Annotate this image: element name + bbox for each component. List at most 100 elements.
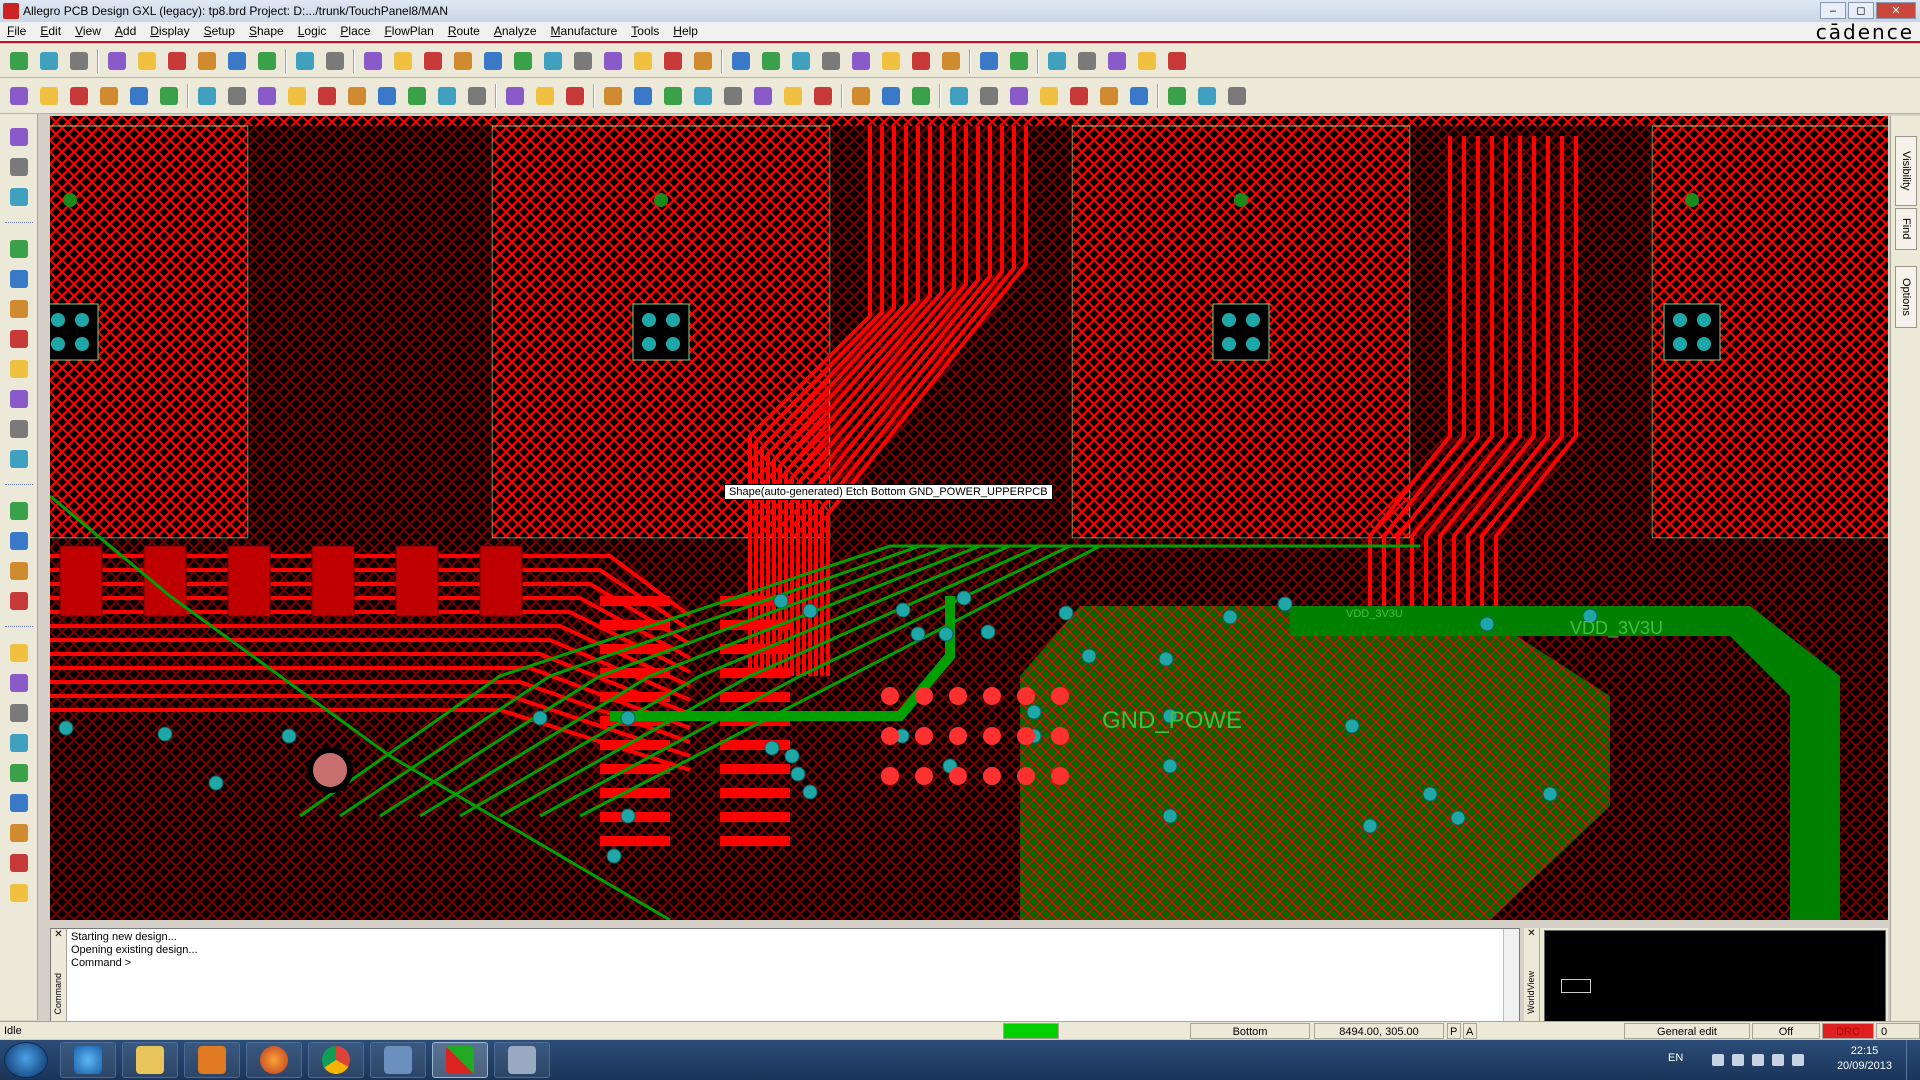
toolbar-main-button-37[interactable] [1134, 48, 1160, 74]
taskbar-app-window[interactable] [494, 1042, 550, 1078]
toolbar-layer-button-16[interactable] [464, 83, 490, 109]
worldview-close-icon[interactable]: ✕ [1524, 928, 1539, 939]
signal-icon[interactable] [1772, 1054, 1784, 1066]
left-tool-button-9[interactable] [6, 386, 32, 412]
pcb-canvas[interactable]: GND_POWE VDD_3V3U VDD_3V3U [50, 116, 1888, 920]
toolbar-main-button-9[interactable] [254, 48, 280, 74]
left-tool-button-4[interactable] [6, 236, 32, 262]
worldview-map[interactable] [1544, 930, 1886, 1022]
toolbar-main-button-1[interactable] [6, 48, 32, 74]
toolbar-main-button-11[interactable] [322, 48, 348, 74]
taskbar-app-tool[interactable] [370, 1042, 426, 1078]
menu-tools[interactable]: Tools [624, 22, 666, 41]
toolbar-layer-button-6[interactable] [156, 83, 182, 109]
toolbar-main-button-32[interactable] [976, 48, 1002, 74]
minimize-button[interactable]: ‒ [1820, 2, 1846, 19]
toolbar-layer-button-34[interactable] [1036, 83, 1062, 109]
toolbar-main-button-25[interactable] [758, 48, 784, 74]
toolbar-main-button-28[interactable] [848, 48, 874, 74]
maximize-button[interactable]: ◻ [1848, 2, 1874, 19]
left-tool-button-11[interactable] [6, 446, 32, 472]
toolbar-layer-button-40[interactable] [1224, 83, 1250, 109]
command-output[interactable]: Starting new design... Opening existing … [71, 931, 198, 970]
tab-find[interactable]: Find [1895, 208, 1917, 250]
clock[interactable]: 22:15 20/09/2013 [1837, 1044, 1892, 1074]
left-tool-button-2[interactable] [6, 154, 32, 180]
toolbar-layer-button-39[interactable] [1194, 83, 1220, 109]
tab-options[interactable]: Options [1895, 266, 1917, 328]
toolbar-layer-button-17[interactable] [502, 83, 528, 109]
menu-add[interactable]: Add [108, 22, 143, 41]
toolbar-main-button-31[interactable] [938, 48, 964, 74]
toolbar-main-button-38[interactable] [1164, 48, 1190, 74]
left-tool-button-23[interactable] [6, 850, 32, 876]
language-indicator[interactable]: EN [1668, 1052, 1683, 1064]
toolbar-main-button-34[interactable] [1044, 48, 1070, 74]
menu-edit[interactable]: Edit [33, 22, 68, 41]
menu-help[interactable]: Help [666, 22, 705, 41]
left-tool-button-18[interactable] [6, 700, 32, 726]
toolbar-main-button-2[interactable] [36, 48, 62, 74]
left-tool-button-17[interactable] [6, 670, 32, 696]
toolbar-main-button-4[interactable] [104, 48, 130, 74]
menu-manufacture[interactable]: Manufacture [544, 22, 625, 41]
toolbar-layer-button-31[interactable] [946, 83, 972, 109]
status-a-button[interactable]: A [1463, 1023, 1477, 1039]
command-prompt[interactable]: Command > [71, 957, 198, 970]
toolbar-layer-button-15[interactable] [434, 83, 460, 109]
menu-view[interactable]: View [68, 22, 108, 41]
left-tool-button-20[interactable] [6, 760, 32, 786]
toolbar-layer-button-28[interactable] [848, 83, 874, 109]
left-tool-button-5[interactable] [6, 266, 32, 292]
toolbar-layer-button-2[interactable] [36, 83, 62, 109]
toolbar-main-button-29[interactable] [878, 48, 904, 74]
toolbar-main-button-36[interactable] [1104, 48, 1130, 74]
toolbar-main-button-20[interactable] [600, 48, 626, 74]
toolbar-main-button-16[interactable] [480, 48, 506, 74]
toolbar-main-button-15[interactable] [450, 48, 476, 74]
toolbar-main-button-14[interactable] [420, 48, 446, 74]
toolbar-main-button-13[interactable] [390, 48, 416, 74]
left-tool-button-21[interactable] [6, 790, 32, 816]
toolbar-layer-button-8[interactable] [224, 83, 250, 109]
left-tool-button-19[interactable] [6, 730, 32, 756]
tab-visibility[interactable]: Visibility [1895, 136, 1917, 206]
left-tool-button-7[interactable] [6, 326, 32, 352]
toolbar-layer-button-9[interactable] [254, 83, 280, 109]
toolbar-layer-button-5[interactable] [126, 83, 152, 109]
left-tool-button-13[interactable] [6, 528, 32, 554]
toolbar-layer-button-37[interactable] [1126, 83, 1152, 109]
taskbar-chrome[interactable] [308, 1042, 364, 1078]
status-p-button[interactable]: P [1447, 1023, 1461, 1039]
toolbar-layer-button-13[interactable] [374, 83, 400, 109]
toolbar-main-button-7[interactable] [194, 48, 220, 74]
show-desktop-button[interactable] [1906, 1040, 1920, 1080]
volume-icon[interactable] [1792, 1054, 1804, 1066]
menu-route[interactable]: Route [441, 22, 487, 41]
toolbar-main-button-30[interactable] [908, 48, 934, 74]
toolbar-layer-button-4[interactable] [96, 83, 122, 109]
toolbar-layer-button-32[interactable] [976, 83, 1002, 109]
worldview-viewport[interactable] [1561, 979, 1591, 993]
toolbar-layer-button-18[interactable] [532, 83, 558, 109]
toolbar-main-button-33[interactable] [1006, 48, 1032, 74]
toolbar-main-button-10[interactable] [292, 48, 318, 74]
left-tool-button-14[interactable] [6, 558, 32, 584]
menu-logic[interactable]: Logic [291, 22, 334, 41]
toolbar-layer-button-11[interactable] [314, 83, 340, 109]
toolbar-layer-button-29[interactable] [878, 83, 904, 109]
menu-shape[interactable]: Shape [242, 22, 291, 41]
toolbar-main-button-24[interactable] [728, 48, 754, 74]
toolbar-layer-button-36[interactable] [1096, 83, 1122, 109]
toolbar-layer-button-20[interactable] [600, 83, 626, 109]
toolbar-main-button-6[interactable] [164, 48, 190, 74]
toolbar-layer-button-21[interactable] [630, 83, 656, 109]
toolbar-layer-button-22[interactable] [660, 83, 686, 109]
network-icon[interactable] [1752, 1054, 1764, 1066]
toolbar-main-button-17[interactable] [510, 48, 536, 74]
menu-analyze[interactable]: Analyze [487, 22, 544, 41]
toolbar-main-button-23[interactable] [690, 48, 716, 74]
toolbar-main-button-21[interactable] [630, 48, 656, 74]
toolbar-layer-button-1[interactable] [6, 83, 32, 109]
toolbar-main-button-27[interactable] [818, 48, 844, 74]
